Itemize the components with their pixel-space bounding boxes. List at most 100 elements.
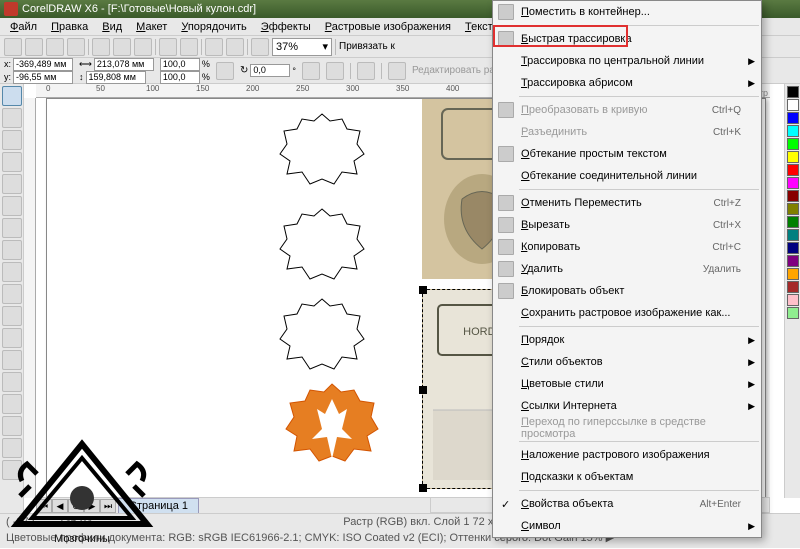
zoom-tool[interactable] <box>2 152 22 172</box>
cut-button[interactable] <box>92 38 110 56</box>
pick-tool[interactable] <box>2 86 22 106</box>
color-swatch[interactable] <box>787 294 799 306</box>
color-palette <box>784 84 800 498</box>
menu-label: Свойства объекта <box>521 498 613 510</box>
color-swatch[interactable] <box>787 307 799 319</box>
menu-item[interactable]: Блокировать объект <box>493 280 761 302</box>
color-swatch[interactable] <box>787 164 799 176</box>
publish-button[interactable] <box>251 38 269 56</box>
mirror-v-button[interactable] <box>326 62 344 80</box>
menu-item[interactable]: Наложение растрового изображения <box>493 444 761 466</box>
handle-nw[interactable] <box>419 286 427 294</box>
menu-item[interactable]: Порядок▶ <box>493 329 761 351</box>
crest-outline-2[interactable] <box>272 204 372 289</box>
color-swatch[interactable] <box>787 255 799 267</box>
menu-item[interactable]: Трассировка по центральной линии▶ <box>493 50 761 72</box>
shape-tool[interactable] <box>2 108 22 128</box>
menu-item[interactable]: Трассировка абрисом▶ <box>493 72 761 94</box>
menu-растровые изображения[interactable]: Растровые изображения <box>319 19 457 35</box>
context-menu: Поместить в контейнер... Быстрая трассиро… <box>492 0 762 538</box>
w-input[interactable]: 213,078 мм <box>94 58 154 71</box>
menu-item[interactable]: УдалитьУдалить <box>493 258 761 280</box>
menu-item[interactable]: Отменить ПереместитьCtrl+Z <box>493 192 761 214</box>
zoom-combo[interactable]: 37%▾ <box>272 38 332 56</box>
paste-button[interactable] <box>134 38 152 56</box>
sx-input[interactable]: 100,0 <box>160 58 200 71</box>
text-tool[interactable] <box>2 284 22 304</box>
dimension-tool[interactable] <box>2 328 22 348</box>
menu-item[interactable]: Обтекание простым текстом <box>493 143 761 165</box>
size-group: ⟷213,078 мм ↕159,808 мм <box>79 58 154 84</box>
crop-tool[interactable] <box>2 130 22 150</box>
crop-button[interactable] <box>357 62 375 80</box>
menu-item[interactable]: Символ▶ <box>493 515 761 537</box>
menu-item[interactable]: Стили объектов▶ <box>493 351 761 373</box>
mirror-h-button[interactable] <box>302 62 320 80</box>
menu-файл[interactable]: Файл <box>4 19 43 35</box>
menu-item[interactable]: Подсказки к объектам <box>493 466 761 488</box>
x-input[interactable]: -369,489 мм <box>13 58 73 71</box>
rectangle-tool[interactable] <box>2 218 22 238</box>
color-swatch[interactable] <box>787 99 799 111</box>
menu-вид[interactable]: Вид <box>96 19 128 35</box>
crest-outline-1[interactable] <box>272 109 372 194</box>
redo-button[interactable] <box>180 38 198 56</box>
smart-fill-tool[interactable] <box>2 196 22 216</box>
color-swatch[interactable] <box>787 242 799 254</box>
crest-outline-3[interactable] <box>272 294 372 379</box>
color-swatch[interactable] <box>787 268 799 280</box>
effects-tool[interactable] <box>2 372 22 392</box>
rotation-input[interactable]: 0,0 <box>250 64 290 77</box>
sy-input[interactable]: 100,0 <box>160 71 200 84</box>
menu-item[interactable]: Обтекание соединительной линии <box>493 165 761 187</box>
menu-правка[interactable]: Правка <box>45 19 94 35</box>
freehand-tool[interactable] <box>2 174 22 194</box>
export-button[interactable] <box>226 38 244 56</box>
handle-w[interactable] <box>419 386 427 394</box>
submenu-arrow-icon: ▶ <box>748 56 755 67</box>
copy-button[interactable] <box>113 38 131 56</box>
menu-item[interactable]: Сохранить растровое изображение как... <box>493 302 761 324</box>
print-button[interactable] <box>67 38 85 56</box>
polygon-tool[interactable] <box>2 262 22 282</box>
import-button[interactable] <box>205 38 223 56</box>
eyedropper-tool[interactable] <box>2 394 22 414</box>
menu-макет[interactable]: Макет <box>130 19 173 35</box>
menu-item[interactable]: Быстрая трассировка <box>493 28 761 50</box>
color-swatch[interactable] <box>787 203 799 215</box>
color-swatch[interactable] <box>787 86 799 98</box>
color-swatch[interactable] <box>787 216 799 228</box>
lock-ratio-button[interactable] <box>216 62 234 80</box>
color-swatch[interactable] <box>787 138 799 150</box>
menu-item[interactable]: ВырезатьCtrl+X <box>493 214 761 236</box>
menu-item[interactable]: КопироватьCtrl+C <box>493 236 761 258</box>
color-swatch[interactable] <box>787 190 799 202</box>
table-tool[interactable] <box>2 306 22 326</box>
edit-bitmap-icon[interactable] <box>388 62 406 80</box>
color-swatch[interactable] <box>787 112 799 124</box>
color-swatch[interactable] <box>787 177 799 189</box>
ellipse-tool[interactable] <box>2 240 22 260</box>
open-button[interactable] <box>25 38 43 56</box>
color-swatch[interactable] <box>787 125 799 137</box>
undo-button[interactable] <box>159 38 177 56</box>
menu-label: Удалить <box>521 263 563 275</box>
color-swatch[interactable] <box>787 281 799 293</box>
menu-item[interactable]: Цветовые стили▶ <box>493 373 761 395</box>
h-input[interactable]: 159,808 мм <box>86 71 146 84</box>
color-swatch[interactable] <box>787 229 799 241</box>
menu-item[interactable]: ✓Свойства объектаAlt+Enter <box>493 493 761 515</box>
crest-filled[interactable] <box>277 379 387 479</box>
y-input[interactable]: -96,55 мм <box>13 71 73 84</box>
menu-item[interactable]: Поместить в контейнер... <box>493 1 761 23</box>
outline-tool[interactable] <box>2 416 22 436</box>
connector-tool[interactable] <box>2 350 22 370</box>
menu-item[interactable]: Ссылки Интернета▶ <box>493 395 761 417</box>
menu-эффекты[interactable]: Эффекты <box>255 19 317 35</box>
menu-упорядочить[interactable]: Упорядочить <box>175 19 252 35</box>
color-swatch[interactable] <box>787 151 799 163</box>
new-button[interactable] <box>4 38 22 56</box>
save-button[interactable] <box>46 38 64 56</box>
menu-icon <box>498 102 514 118</box>
handle-sw[interactable] <box>419 484 427 492</box>
